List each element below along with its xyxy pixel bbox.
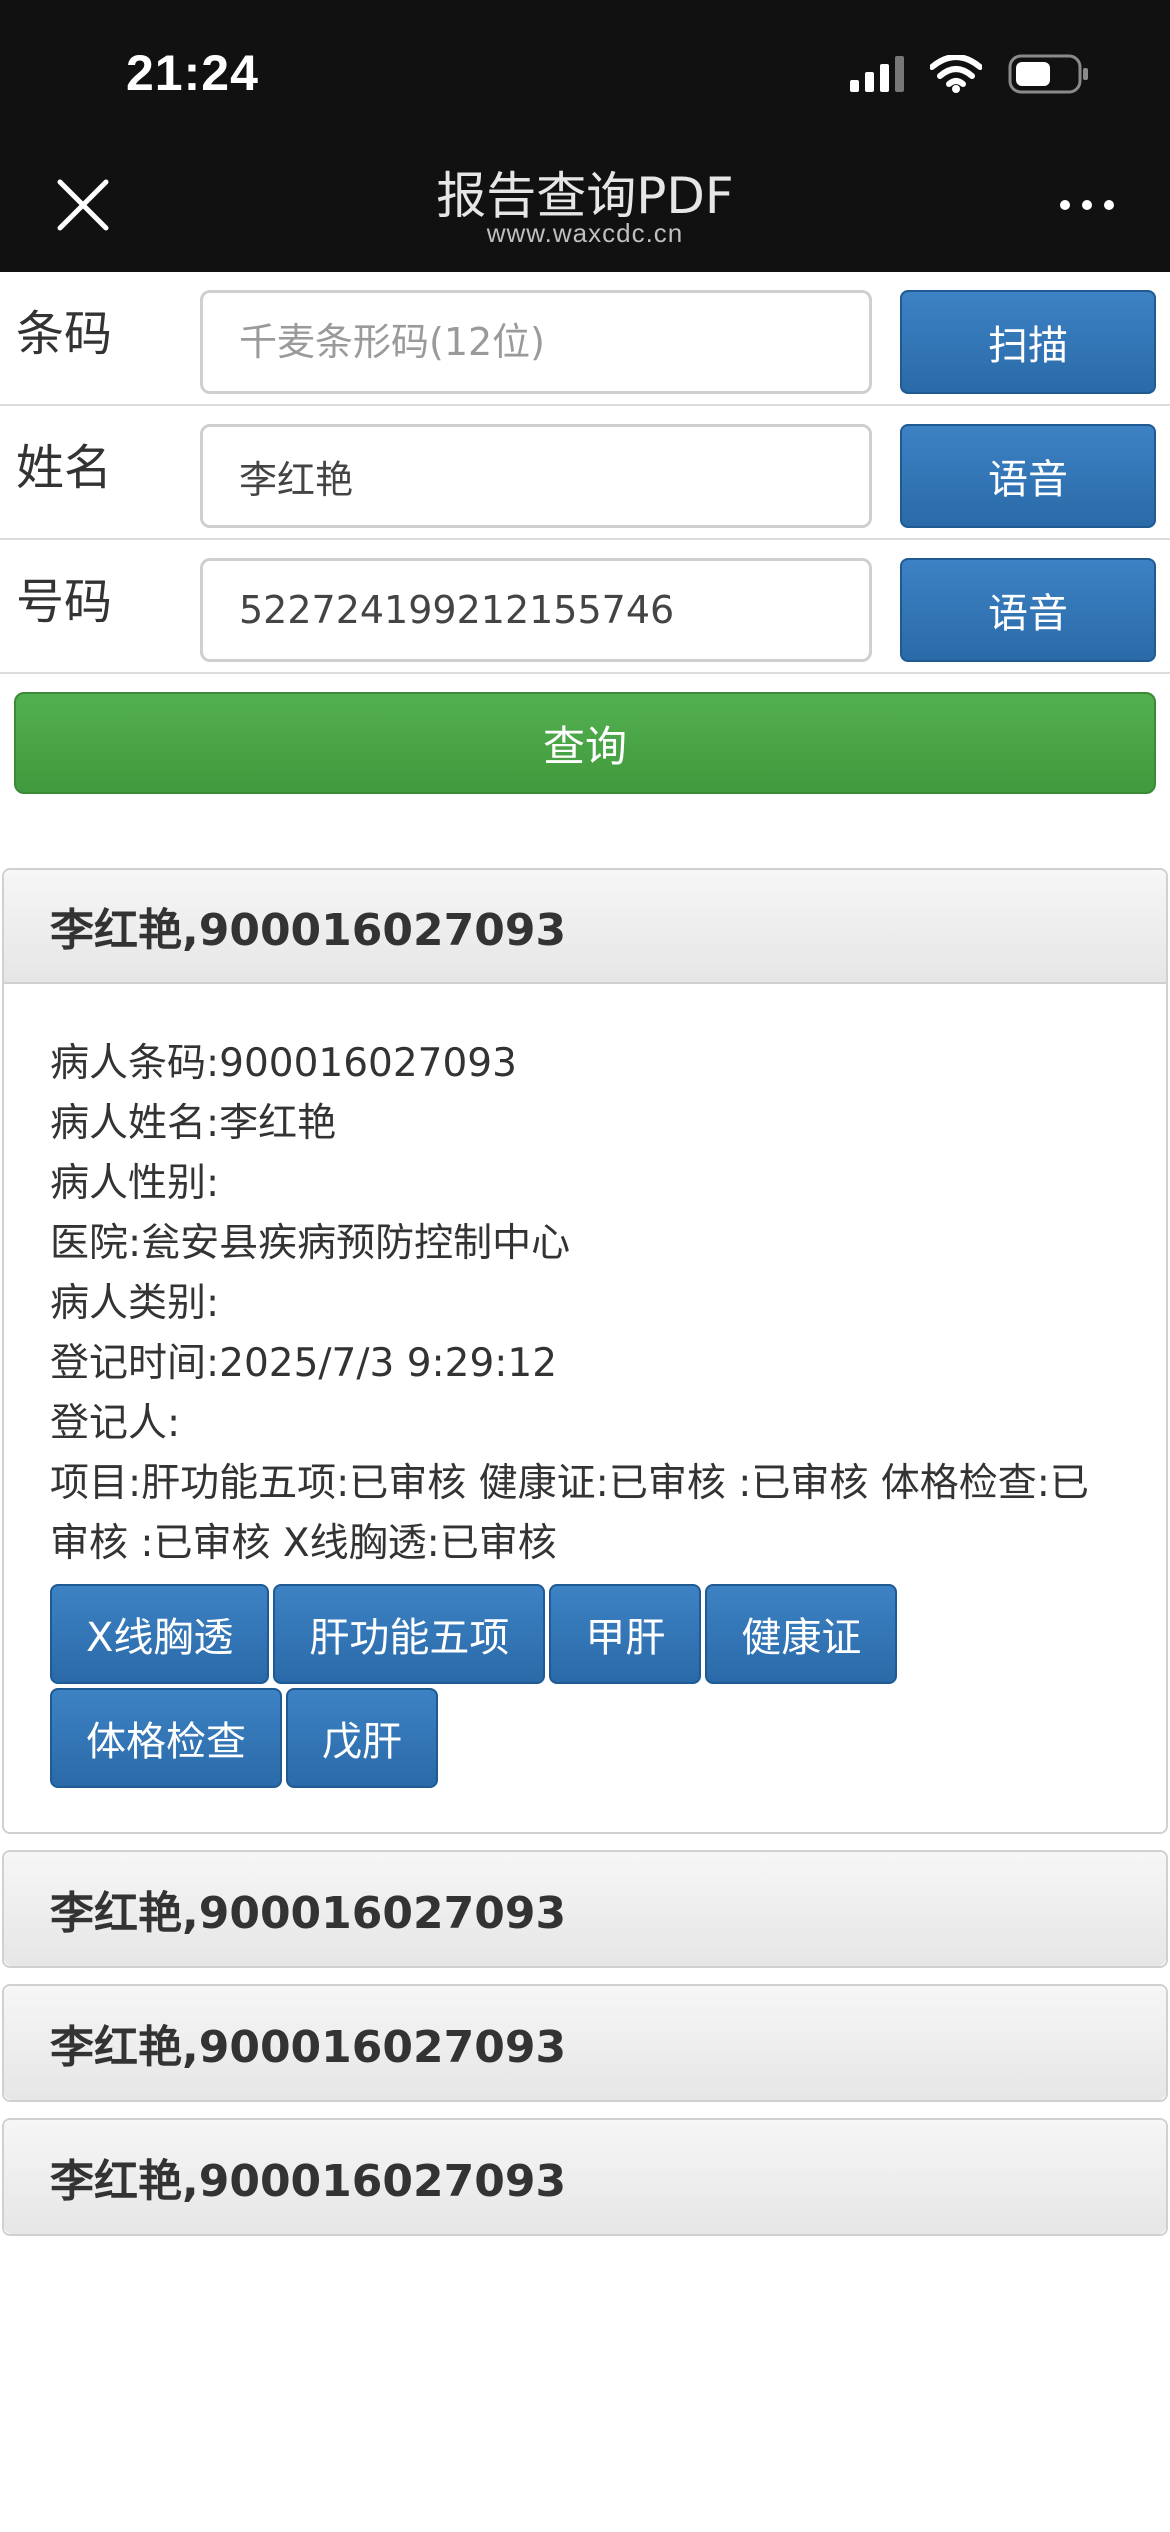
report-button-physical-exam[interactable]: 体格检查 <box>50 1688 282 1788</box>
page-subtitle-url: www.waxcdc.cn <box>486 218 684 248</box>
result-card-header[interactable]: 李红艳,900016027093 <box>4 1852 1166 1966</box>
name-input[interactable] <box>200 424 872 528</box>
registrar: 登记人: <box>50 1401 181 1446</box>
report-button-xray[interactable]: X线胸透 <box>50 1584 270 1684</box>
registration-time: 登记时间:2025/7/3 9:29:12 <box>50 1341 558 1386</box>
name-label: 姓名 <box>16 440 113 496</box>
battery-icon <box>1008 54 1090 94</box>
barcode-row: 条码 扫描 <box>0 272 1170 406</box>
name-row: 姓名 语音 <box>0 406 1170 540</box>
result-card: 李红艳,900016027093 <box>2 1984 1168 2102</box>
barcode-label: 条码 <box>16 306 113 362</box>
hospital: 医院:瓮安县疾病预防控制中心 <box>50 1221 571 1266</box>
report-button-hepatitis-e[interactable]: 戊肝 <box>286 1688 438 1788</box>
header-bar: 21:24 报告查询PDF www.waxcdc.cn <box>0 0 1170 272</box>
query-form: 条码 扫描 姓名 语音 号码 语音 <box>0 272 1170 674</box>
name-voice-button[interactable]: 语音 <box>900 424 1156 528</box>
report-buttons: X线胸透 肝功能五项 甲肝 健康证 体格检查 戊肝 <box>50 1584 950 1788</box>
patient-name: 病人姓名:李红艳 <box>50 1101 337 1146</box>
cellular-signal-icon <box>850 56 904 92</box>
test-items: 项目:肝功能五项:已审核 健康证:已审核 :已审核 体格检查:已审核 :已审核 … <box>50 1461 1089 1566</box>
number-voice-button[interactable]: 语音 <box>900 558 1156 662</box>
status-icons <box>850 54 1090 94</box>
report-button-liver-function[interactable]: 肝功能五项 <box>273 1584 546 1684</box>
number-label: 号码 <box>16 574 113 630</box>
id-number-input[interactable] <box>200 558 872 662</box>
scan-button[interactable]: 扫描 <box>900 290 1156 394</box>
result-card-header[interactable]: 李红艳,900016027093 <box>4 870 1166 984</box>
query-button[interactable]: 查询 <box>14 692 1156 794</box>
more-options-icon[interactable] <box>1060 200 1114 210</box>
report-button-hepatitis-a[interactable]: 甲肝 <box>549 1584 702 1684</box>
result-card: 李红艳,900016027093 病人条码:900016027093 病人姓名:… <box>2 868 1168 1834</box>
result-card-header[interactable]: 李红艳,900016027093 <box>4 1986 1166 2100</box>
barcode-input[interactable] <box>200 290 872 394</box>
patient-gender: 病人性别: <box>50 1161 220 1206</box>
report-button-health-certificate[interactable]: 健康证 <box>705 1584 898 1684</box>
result-card: 李红艳,900016027093 <box>2 2118 1168 2236</box>
result-card-body: 病人条码:900016027093 病人姓名:李红艳 病人性别: 医院:瓮安县疾… <box>4 984 1166 1832</box>
results-list: 李红艳,900016027093 病人条码:900016027093 病人姓名:… <box>0 868 1170 2252</box>
patient-category: 病人类别: <box>50 1281 220 1326</box>
result-card-header[interactable]: 李红艳,900016027093 <box>4 2120 1166 2234</box>
number-row: 号码 语音 <box>0 540 1170 674</box>
status-time: 21:24 <box>126 45 259 101</box>
wifi-icon <box>930 55 982 93</box>
patient-barcode: 病人条码:900016027093 <box>50 1041 517 1086</box>
result-card: 李红艳,900016027093 <box>2 1850 1168 1968</box>
